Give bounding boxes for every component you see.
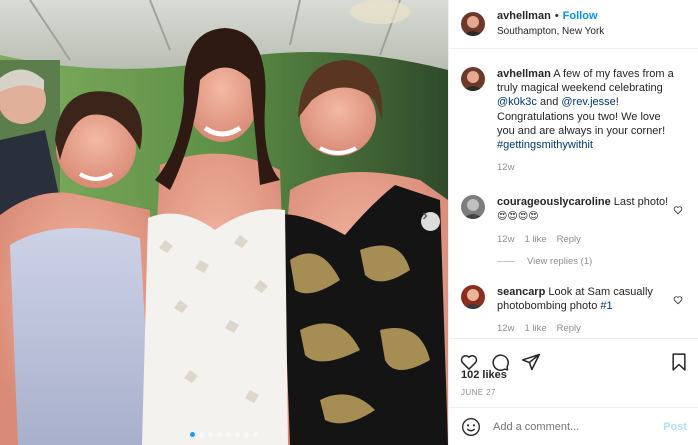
carousel-dot (226, 432, 231, 437)
likes-count[interactable]: 102 likes (461, 369, 507, 381)
carousel-dot (190, 432, 195, 437)
avatar[interactable] (461, 195, 485, 220)
comment-likes[interactable]: 1 like (524, 322, 546, 336)
hashtag-link[interactable]: #gettingsmithywithit (497, 139, 593, 151)
post-author-username[interactable]: avhellman (497, 10, 551, 22)
mention-link[interactable]: @rev.jesse (561, 96, 615, 108)
carousel-dot (199, 432, 204, 437)
post-location[interactable]: Southampton, New York (497, 24, 604, 39)
carousel-dots (0, 432, 448, 437)
caption-time[interactable]: 12w (497, 161, 514, 175)
add-comment-input[interactable] (493, 420, 664, 433)
post-side-panel: avhellman • Follow Southampton, New York a… (448, 0, 698, 445)
comment-time[interactable]: 12w (497, 322, 514, 336)
view-replies[interactable]: View replies (1) (497, 256, 687, 267)
comment-emoji: 😍😍😍😍 (497, 210, 539, 222)
post-comment-button[interactable]: Post (663, 421, 687, 433)
avatar[interactable] (461, 284, 485, 309)
emoji-icon[interactable] (461, 417, 481, 437)
avatar[interactable] (461, 67, 485, 91)
carousel-dot (244, 432, 249, 437)
caption-username[interactable]: avhellman (497, 68, 551, 80)
comment-time[interactable]: 12w (497, 233, 514, 247)
share-icon[interactable] (521, 352, 541, 372)
comment-text: Last photo! (613, 196, 669, 209)
replies-divider (497, 260, 515, 262)
comment-likes[interactable]: 1 like (524, 233, 546, 247)
carousel-dot (217, 432, 222, 437)
post-header: avhellman • Follow Southampton, New York (449, 0, 698, 49)
reply-button[interactable]: Reply (557, 322, 581, 336)
avatar-image (461, 67, 485, 91)
avatar[interactable] (461, 12, 485, 36)
post-image (0, 0, 448, 445)
caption: avhellman A few of my faves from a truly… (461, 67, 687, 175)
mention-link[interactable]: @k0k3c (497, 96, 537, 108)
hashtag-link[interactable]: #1 (600, 300, 612, 312)
comment-username[interactable]: seancarp (497, 286, 545, 298)
bookmark-icon[interactable] (669, 352, 689, 372)
heart-icon[interactable] (673, 205, 683, 215)
add-comment-bar: Post (449, 407, 698, 445)
post-date[interactable]: JUNE 27 (461, 388, 496, 397)
chevron-right-icon (423, 212, 428, 220)
avatar-image (461, 195, 485, 220)
avatar-image (461, 284, 485, 309)
carousel-dot (253, 432, 258, 437)
carousel-dot (235, 432, 240, 437)
comment: courageouslycaroline Last photo! 😍😍😍😍 12… (461, 195, 687, 246)
heart-icon[interactable] (673, 295, 683, 305)
reply-button[interactable]: Reply (557, 233, 581, 247)
caption-text: and (539, 96, 559, 109)
comment-username[interactable]: courageouslycaroline (497, 196, 611, 208)
avatar-image (461, 12, 485, 36)
view-replies-label: View replies (1) (527, 255, 593, 267)
carousel-dot (208, 432, 213, 437)
follow-button[interactable]: Follow (563, 10, 598, 22)
carousel-next-button[interactable] (421, 212, 440, 231)
header-separator: • (554, 10, 559, 22)
comments-list[interactable]: avhellman A few of my faves from a truly… (449, 49, 698, 338)
post-photo[interactable] (0, 0, 448, 445)
comment: seancarp Look at Sam casually photobombi… (461, 284, 687, 337)
